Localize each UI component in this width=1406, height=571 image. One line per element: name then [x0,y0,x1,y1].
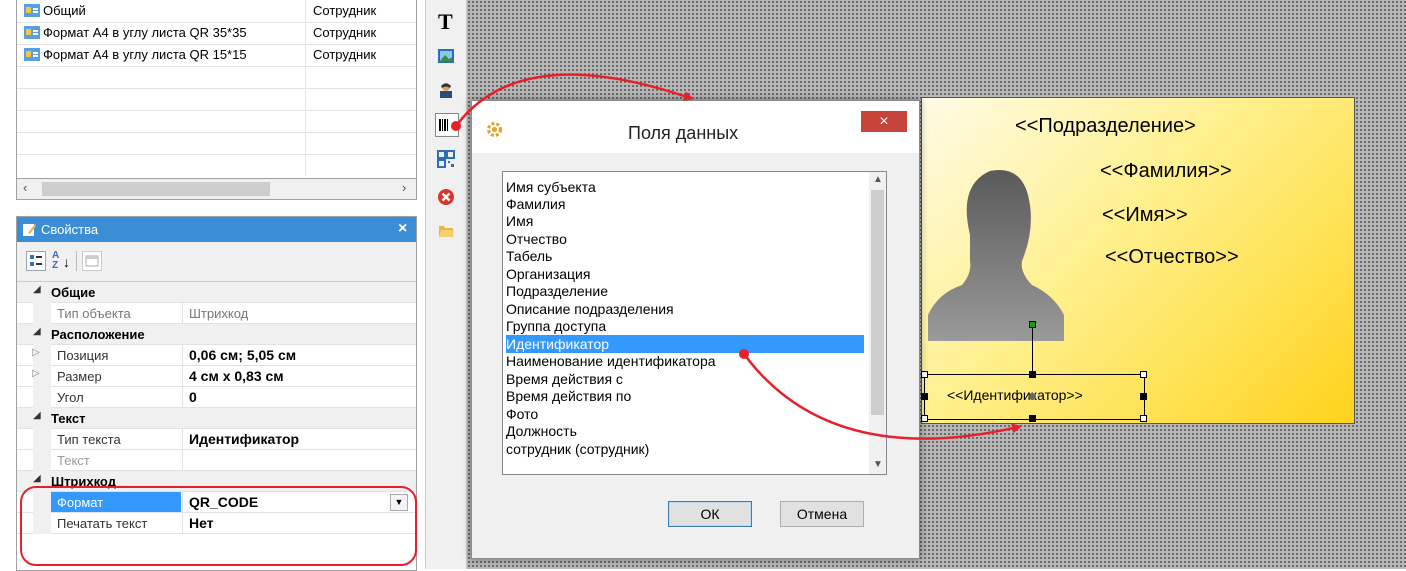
arrow-start-dot [451,121,461,131]
arrow-to-identifier [742,353,1022,440]
arrow-to-dialog [454,73,694,127]
annotation-arrows [451,73,1022,440]
arrow-start-dot [739,349,749,359]
